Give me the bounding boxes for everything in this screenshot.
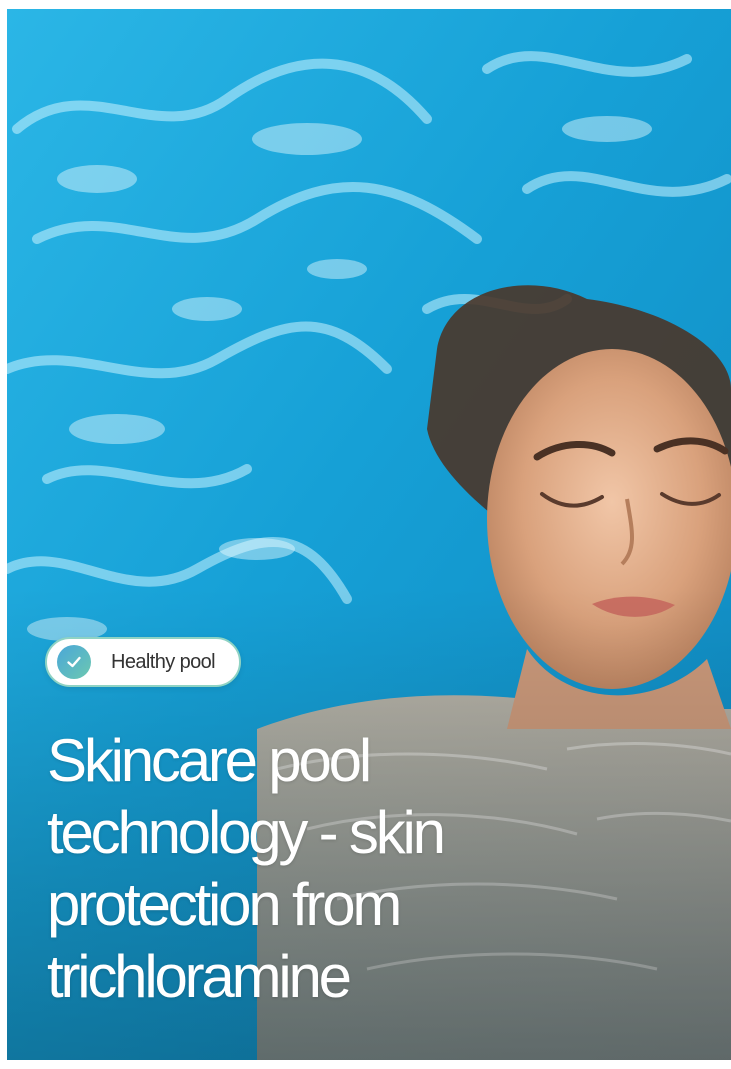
article-headline[interactable]: Skincare pool technology - skin protecti…: [47, 725, 547, 1013]
article-card[interactable]: Healthy pool Skincare pool technology - …: [7, 9, 731, 1060]
check-circle-icon: [57, 645, 91, 679]
healthy-pool-badge[interactable]: Healthy pool: [45, 637, 241, 687]
badge-label: Healthy pool: [111, 650, 216, 673]
